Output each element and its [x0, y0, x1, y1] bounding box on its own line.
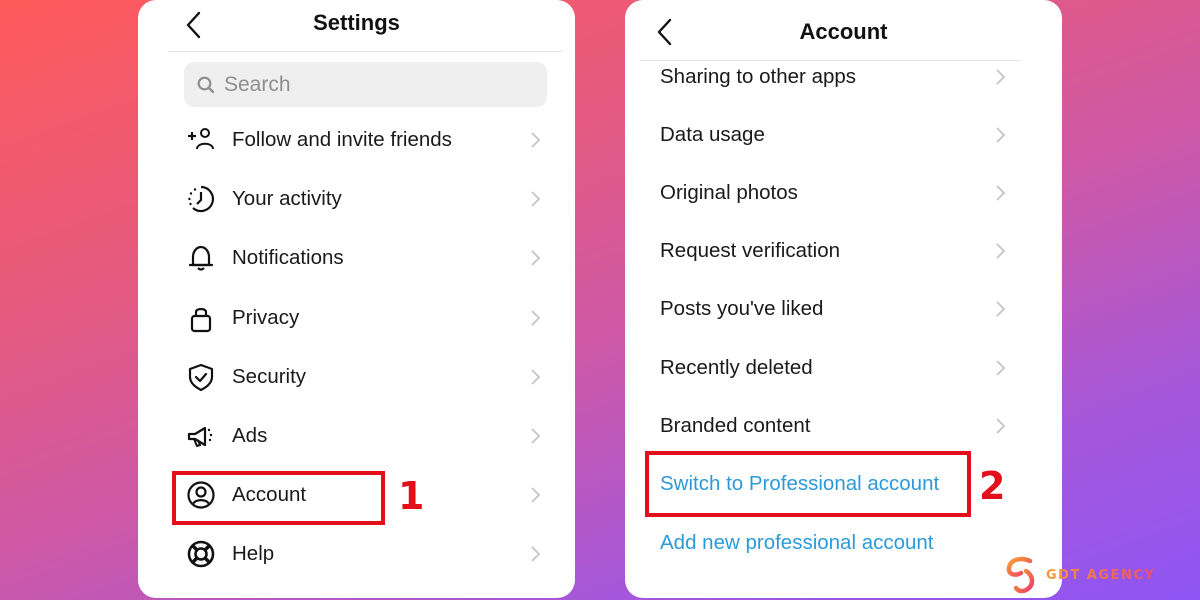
settings-item-label: Account	[232, 483, 307, 506]
settings-item-label: Ads	[232, 424, 268, 447]
chevron-right-icon	[529, 249, 541, 267]
settings-item-notifications[interactable]: Notifications	[138, 233, 575, 283]
settings-item-label: Follow and invite friends	[232, 128, 452, 151]
account-item-label: Original photos	[660, 181, 798, 204]
chevron-right-icon	[994, 68, 1006, 86]
link-label: Switch to Professional account	[660, 472, 940, 495]
account-item-recently-deleted[interactable]: Recently deleted	[625, 343, 1062, 393]
settings-item-security[interactable]: Security	[138, 352, 575, 402]
settings-item-your-activity[interactable]: Your activity	[138, 174, 575, 224]
settings-item-label: Your activity	[232, 187, 342, 210]
account-item-label: Data usage	[660, 123, 765, 146]
step-number-1: 1	[398, 474, 425, 518]
settings-item-label: Security	[232, 365, 307, 388]
account-item-data-usage[interactable]: Data usage	[625, 110, 1062, 160]
settings-item-ads[interactable]: Ads	[138, 411, 575, 461]
chevron-right-icon	[529, 131, 541, 149]
chevron-right-icon	[529, 309, 541, 327]
chevron-right-icon	[994, 417, 1006, 435]
settings-item-follow-invite[interactable]: Follow and invite friends	[138, 115, 575, 165]
settings-screen: Settings Follow and invite friends Your …	[138, 0, 575, 598]
account-screen: Account Sharing to other apps Data usage…	[625, 0, 1062, 598]
settings-item-account[interactable]: Account	[138, 470, 575, 520]
settings-item-help[interactable]: Help	[138, 529, 575, 579]
step-number-2: 2	[979, 464, 1006, 508]
chevron-right-icon	[529, 486, 541, 504]
user-circle-icon	[186, 480, 216, 510]
add-person-icon	[186, 125, 216, 155]
lock-icon	[186, 303, 216, 333]
chevron-right-icon	[994, 126, 1006, 144]
search-icon	[197, 76, 215, 93]
account-item-label: Sharing to other apps	[660, 65, 857, 88]
chevron-right-icon	[994, 184, 1006, 202]
settings-item-privacy[interactable]: Privacy	[138, 293, 575, 343]
chevron-right-icon	[529, 545, 541, 563]
search-input[interactable]	[224, 72, 524, 97]
page-title: Settings	[313, 10, 400, 35]
shield-check-icon	[186, 362, 216, 392]
chevron-right-icon	[529, 190, 541, 208]
brand-name: GDT AGENCY	[1046, 567, 1156, 583]
account-item-branded-content[interactable]: Branded content	[625, 401, 1062, 451]
account-item-posts-liked[interactable]: Posts you've liked	[625, 284, 1062, 334]
account-item-label: Request verification	[660, 239, 841, 262]
add-professional-account-link[interactable]: Add new professional account	[625, 518, 1062, 568]
megaphone-icon	[186, 421, 216, 451]
settings-item-label: Notifications	[232, 246, 344, 269]
account-item-label: Branded content	[660, 414, 811, 437]
chevron-right-icon	[994, 359, 1006, 377]
chevron-right-icon	[994, 300, 1006, 318]
account-item-sharing[interactable]: Sharing to other apps	[625, 52, 1062, 102]
link-label: Add new professional account	[660, 531, 934, 554]
settings-item-label: Help	[232, 542, 275, 565]
page-title: Account	[799, 19, 888, 44]
account-item-original-photos[interactable]: Original photos	[625, 168, 1062, 218]
header-divider	[168, 51, 563, 52]
gdt-logo-icon	[1006, 556, 1036, 594]
account-item-request-verification[interactable]: Request verification	[625, 226, 1062, 276]
lifebuoy-icon	[186, 539, 216, 569]
settings-item-label: Privacy	[232, 306, 300, 329]
brand-watermark: GDT AGENCY	[1004, 556, 1155, 594]
activity-clock-icon	[186, 184, 216, 214]
chevron-right-icon	[529, 368, 541, 386]
bell-icon	[186, 243, 216, 273]
account-item-label: Recently deleted	[660, 356, 813, 379]
chevron-right-icon	[994, 242, 1006, 260]
chevron-right-icon	[529, 427, 541, 445]
search-bar[interactable]	[184, 62, 547, 107]
account-item-label: Posts you've liked	[660, 297, 824, 320]
